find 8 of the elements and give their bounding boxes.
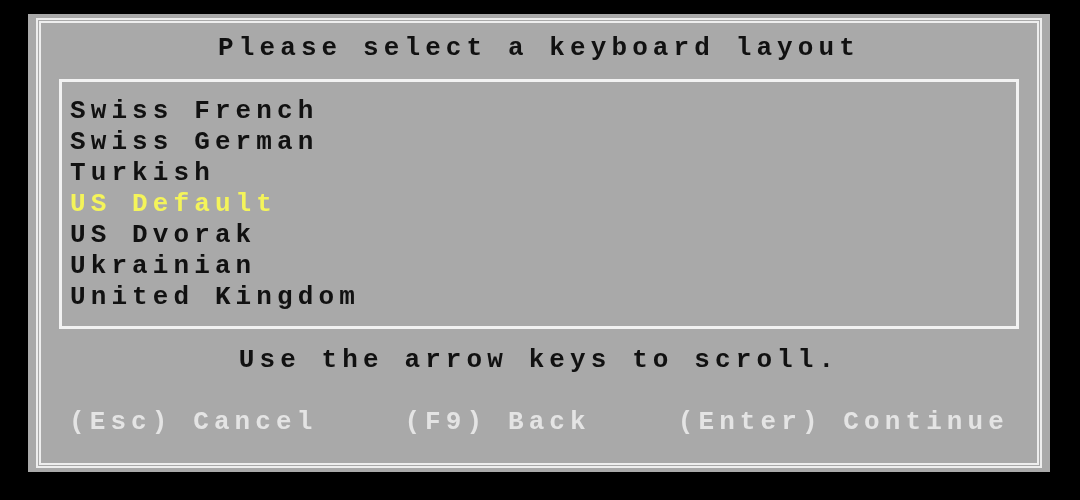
dialog-title: Please select a keyboard layout [218, 32, 860, 65]
layout-item[interactable]: Swiss German [70, 127, 1008, 158]
layout-item[interactable]: Turkish [70, 158, 1008, 189]
layout-item[interactable]: Swiss French [70, 96, 1008, 127]
hint-text: Use the arrow keys to scroll. [238, 344, 840, 377]
layout-item[interactable]: Ukrainian [70, 251, 1008, 282]
layout-item[interactable]: United Kingdom [70, 282, 1008, 313]
layout-item[interactable]: US Dvorak [70, 220, 1008, 251]
